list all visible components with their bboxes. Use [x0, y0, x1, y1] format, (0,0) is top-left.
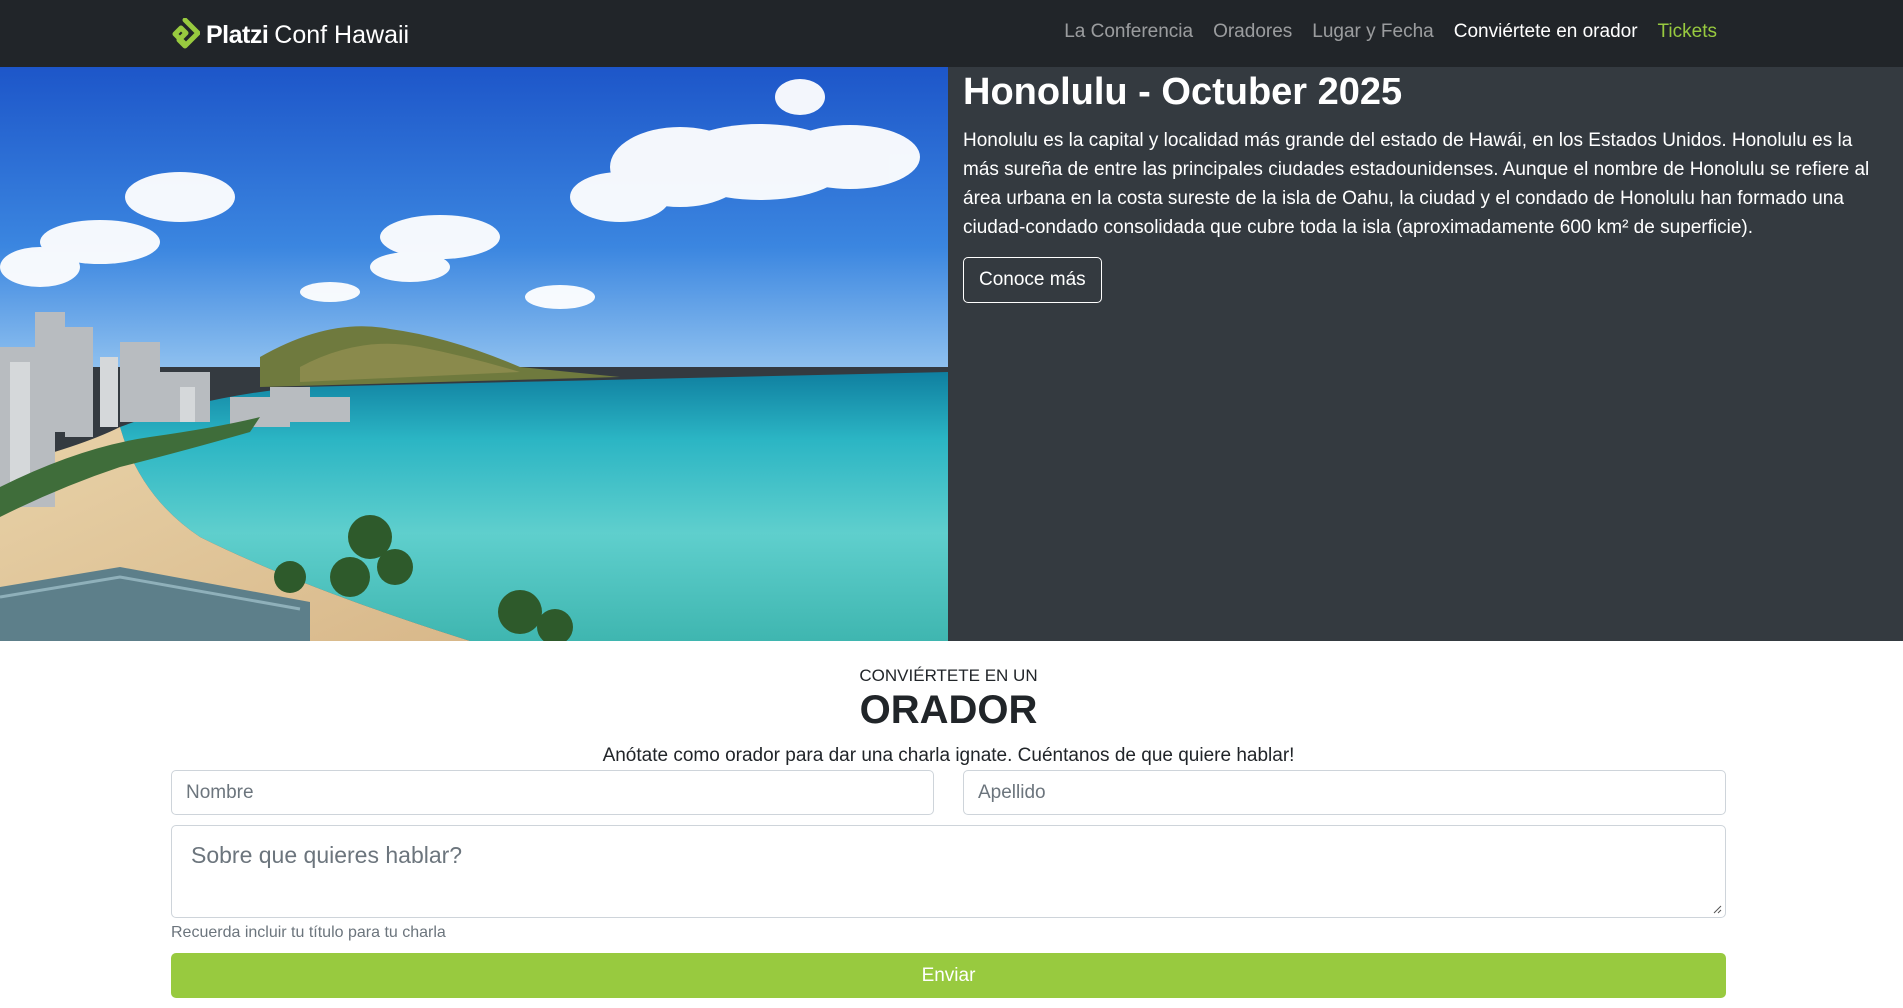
nav-link-lugar-y-fecha[interactable]: Lugar y Fecha	[1312, 21, 1433, 43]
hero-section: Honolulu - Octuber 2025 Honolulu es la c…	[0, 67, 1903, 641]
resize-handle-icon[interactable]	[1712, 904, 1722, 914]
hero-description: Honolulu es la capital y localidad más g…	[963, 129, 1870, 238]
honolulu-beach-image	[0, 67, 948, 641]
speaker-title: ORADOR	[859, 688, 1038, 732]
topic-textarea[interactable]: Sobre que quieres hablar?	[171, 825, 1726, 918]
speaker-form-section: CONVIÉRTETE EN UN ORADOR Anótate como or…	[171, 641, 1726, 998]
speaker-kicker: CONVIÉRTETE EN UN	[859, 666, 1038, 685]
topic-help-text: Recuerda incluir tu título para tu charl…	[171, 924, 446, 941]
brand-name-conf: Conf Hawaii	[274, 20, 410, 49]
name-row: Nombre Apellido	[171, 770, 1726, 815]
top-navbar: Platzi Conf Hawaii La Conferencia Orador…	[0, 0, 1903, 67]
speaker-lead: Anótate como orador para dar una charla …	[602, 745, 1295, 766]
nav-link-oradores[interactable]: Oradores	[1213, 21, 1292, 43]
brand-name-platzi: Platzi	[206, 20, 269, 49]
brand-logo-link[interactable]: Platzi Conf Hawaii	[170, 18, 409, 52]
nav-link-tickets[interactable]: Tickets	[1658, 21, 1717, 43]
nav-link-la-conferencia[interactable]: La Conferencia	[1064, 21, 1193, 43]
platzi-logo-icon	[172, 18, 200, 49]
last-name-input[interactable]: Apellido	[963, 770, 1726, 815]
first-name-input[interactable]: Nombre	[171, 770, 934, 815]
conoce-mas-button[interactable]: Conoce más	[963, 256, 1102, 303]
hero-title: Honolulu - Octuber 2025	[963, 71, 1403, 113]
submit-button[interactable]: Enviar	[171, 953, 1726, 998]
nav-link-conviertete-en-orador[interactable]: Conviértete en orador	[1454, 21, 1638, 43]
hero-text: Honolulu - Octuber 2025 Honolulu es la c…	[963, 70, 1873, 303]
topic-placeholder: Sobre que quieres hablar?	[191, 842, 463, 868]
nav-links: La Conferencia Oradores Lugar y Fecha Co…	[1064, 21, 1717, 43]
